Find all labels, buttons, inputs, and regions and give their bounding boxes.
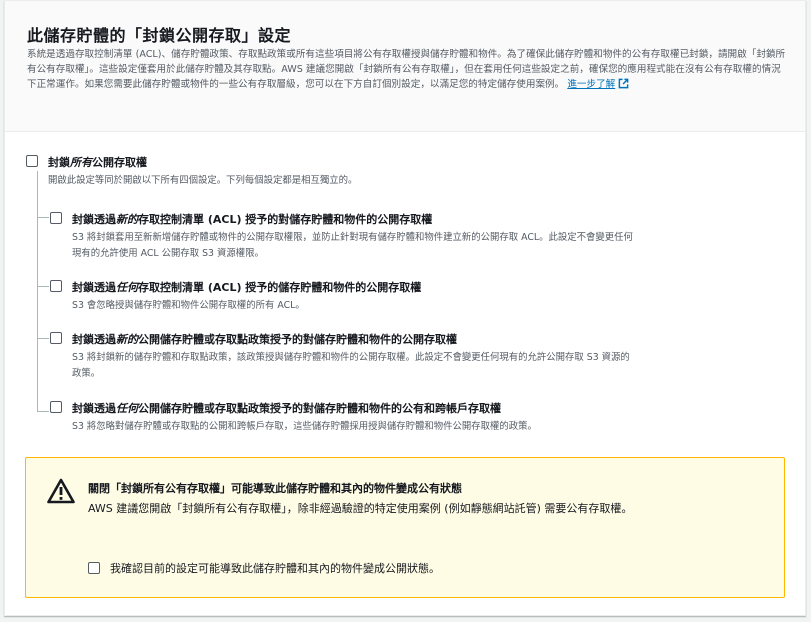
block-all-checkbox[interactable]: [26, 155, 38, 167]
block-any-policies-label: 封鎖透過任何公開儲存貯體或存取點政策授予的對儲存貯體和物件的公有和跨帳戶存取權: [72, 402, 501, 415]
header-description: 系統是透過存取控制清單 (ACL)、儲存貯體政策、存取點政策或所有這些項目將公有…: [27, 47, 787, 92]
tree-branch: [37, 286, 49, 287]
block-all-label: 封鎖所有公開存取權: [48, 156, 147, 169]
header-description-text: 系統是透過存取控制清單 (ACL)、儲存貯體政策、存取點政策或所有這些項目將公有…: [27, 49, 786, 90]
block-any-acls-checkbox[interactable]: [50, 280, 62, 292]
block-new-policies-description: S3 將封鎖新的儲存貯體和存取點政策，該政策授與儲存貯體和物件的公開存取權。此設…: [72, 352, 630, 379]
learn-more-label: 進一步了解: [567, 79, 616, 90]
warning-title: 關閉「封鎖所有公有存取權」可能導致此儲存貯體和其內的物件變成公有狀態: [88, 482, 462, 495]
tree-branch: [37, 338, 49, 339]
acknowledge-label: 我確認目前的設定可能導致此儲存貯體和其內的物件變成公開狀態。: [110, 562, 440, 575]
block-any-acls-description: S3 會忽略授與儲存貯體和物件公開存取權的所有 ACL。: [72, 300, 305, 311]
external-link-icon: [618, 78, 629, 89]
acknowledge-checkbox[interactable]: [88, 562, 100, 574]
block-new-policies-label: 封鎖透過新的公開儲存貯體或存取點政策授予的對儲存貯體和物件的公開存取權: [72, 333, 457, 346]
block-new-acls-checkbox[interactable]: [50, 212, 62, 224]
warning-body: AWS 建議您開啟「封鎖所有公有存取權」，除非經過驗證的特定使用案例 (例如靜態…: [88, 502, 633, 515]
block-new-acls-description: S3 將封鎖套用至新新增儲存貯體或物件的公開存取權限，並防止針對現有儲存貯體和物…: [72, 232, 633, 259]
block-any-acls-label: 封鎖透過任何存取控制清單 (ACL) 授予的儲存貯體和物件的公開存取權: [72, 281, 422, 294]
tree-connector: [37, 171, 38, 412]
block-public-access-panel: 此儲存貯體的「封鎖公開存取」設定 系統是透過存取控制清單 (ACL)、儲存貯體政…: [4, 0, 806, 616]
block-any-policies-description: S3 將忽略對儲存貯體或存取點的公開和跨帳戶存取，這些儲存貯體採用授與儲存貯體和…: [72, 421, 537, 432]
warning-icon: [47, 478, 75, 504]
block-new-policies-checkbox[interactable]: [50, 332, 62, 344]
block-all-description: 開啟此設定等同於開啟以下所有四個設定。下列每個設定都是相互獨立的。: [48, 175, 358, 186]
tree-branch: [37, 411, 49, 412]
block-new-acls-label: 封鎖透過新的存取控制清單 (ACL) 授予的對儲存貯體和物件的公開存取權: [72, 213, 433, 226]
learn-more-link[interactable]: 進一步了解: [567, 79, 615, 90]
warning-alert: 關閉「封鎖所有公有存取權」可能導致此儲存貯體和其內的物件變成公有狀態 AWS 建…: [25, 457, 785, 598]
tree-branch: [37, 217, 49, 218]
page-title: 此儲存貯體的「封鎖公開存取」設定: [27, 26, 292, 45]
panel-header: 此儲存貯體的「封鎖公開存取」設定 系統是透過存取控制清單 (ACL)、儲存貯體政…: [5, 1, 805, 132]
block-any-policies-checkbox[interactable]: [50, 401, 62, 413]
